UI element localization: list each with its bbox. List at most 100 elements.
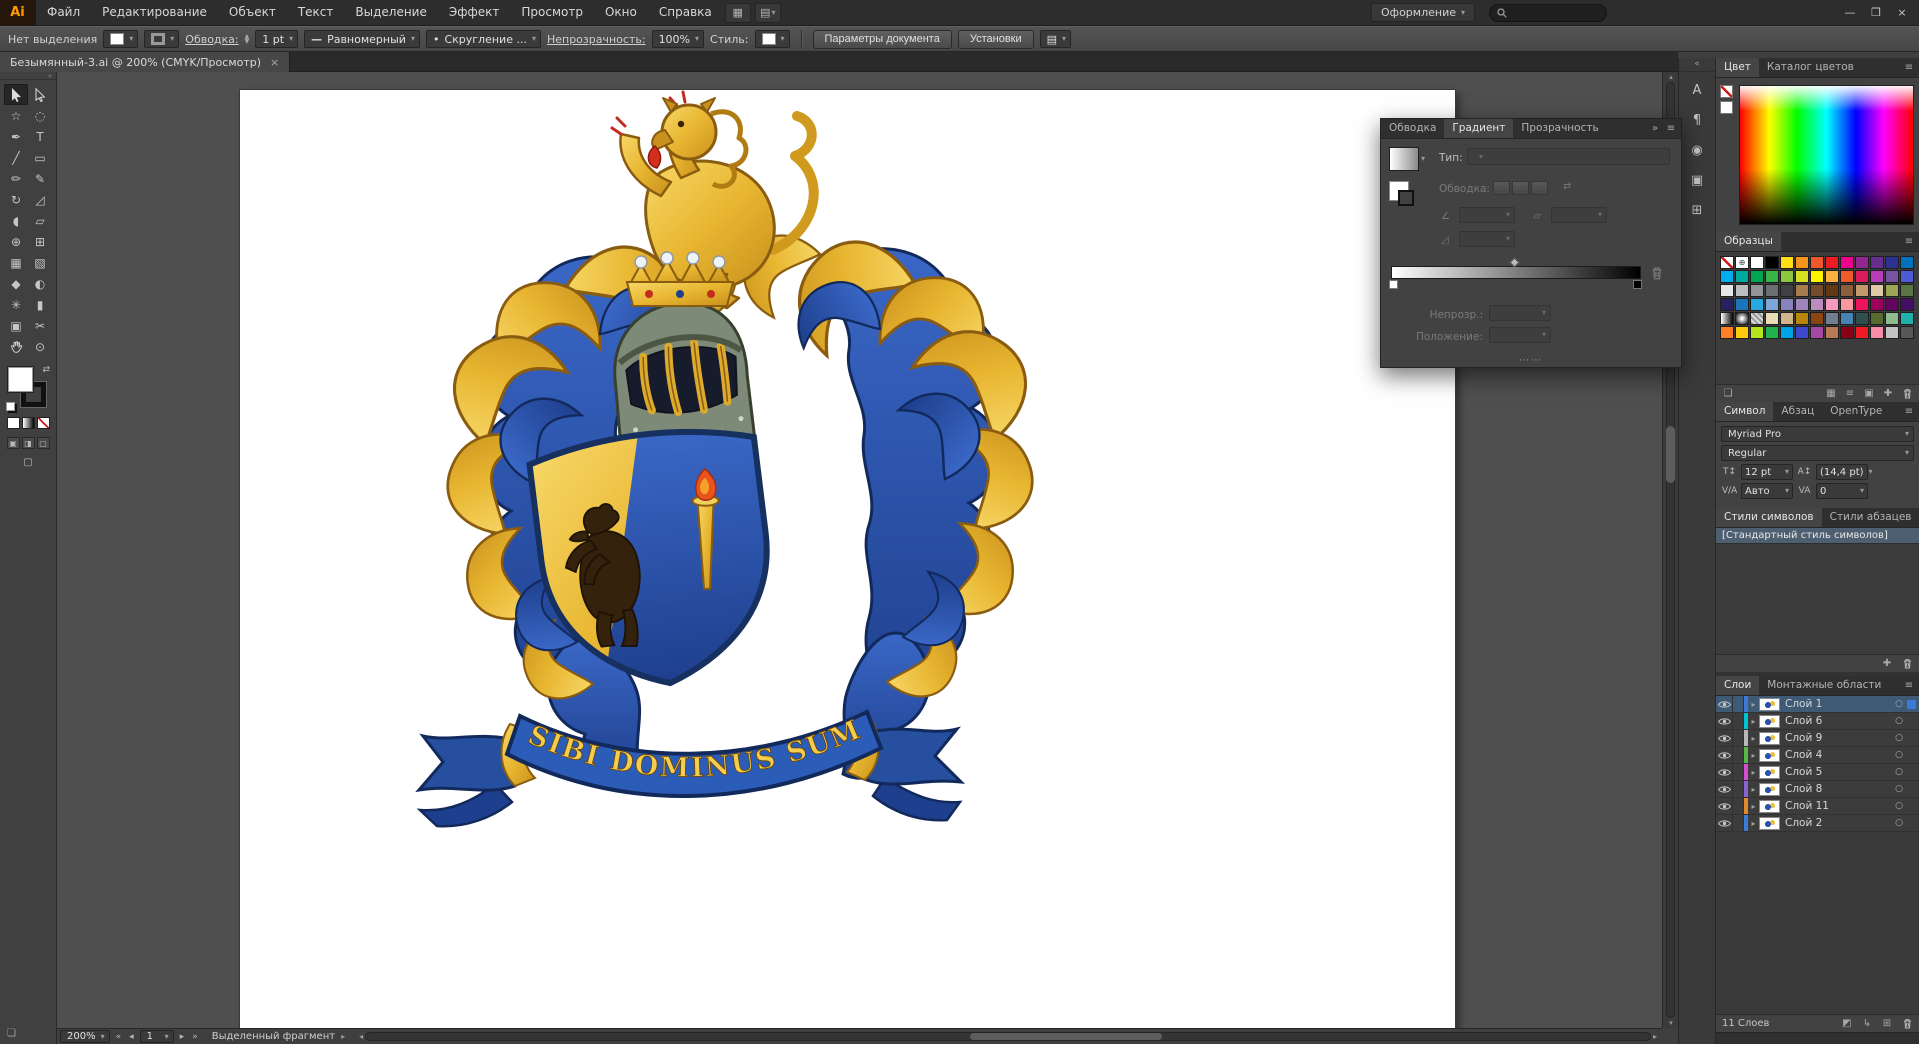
lasso-tool[interactable]: ◌ <box>28 105 52 126</box>
swatch-74[interactable] <box>1855 326 1869 339</box>
layer-thumbnail[interactable] <box>1759 782 1780 796</box>
zoom-level-select[interactable]: 200% ▾ <box>60 1030 110 1043</box>
style-select[interactable]: ▾ <box>754 30 790 48</box>
layer-target-icon[interactable]: ○ <box>1891 818 1907 828</box>
layer-row-Слой 9[interactable]: ▸ Слой 9 ○ <box>1716 730 1919 747</box>
swatch-52[interactable] <box>1720 312 1734 325</box>
gradient-fill-stroke-control[interactable] <box>1389 181 1414 206</box>
stroke-color-select[interactable]: ▾ <box>144 30 180 48</box>
last-artboard-icon[interactable]: » <box>190 1032 200 1042</box>
swatch-31[interactable] <box>1795 284 1809 297</box>
align-options-icon[interactable]: ▤ ▾ <box>1039 30 1072 48</box>
swatch-13[interactable] <box>1720 270 1734 283</box>
draw-behind-icon[interactable]: ◨ <box>21 437 35 449</box>
layers-clip-mask-icon[interactable]: ◩ <box>1841 1018 1853 1029</box>
layer-visibility-icon[interactable] <box>1716 747 1733 763</box>
swatch-48[interactable] <box>1855 298 1869 311</box>
layer-name[interactable]: Слой 5 <box>1785 766 1891 778</box>
tab-Каталог цветов[interactable]: Каталог цветов <box>1759 58 1862 77</box>
menu-item-Файл[interactable]: Файл <box>36 0 91 25</box>
gradient-tool[interactable]: ▧ <box>28 252 52 273</box>
tab-Стили символов[interactable]: Стили символов <box>1716 508 1822 527</box>
color-button[interactable] <box>6 417 20 429</box>
swatch-41[interactable] <box>1750 298 1764 311</box>
document-setup-button[interactable]: Параметры документа <box>812 29 952 49</box>
swatches-delete-icon[interactable] <box>1901 388 1913 399</box>
gradient-button[interactable] <box>21 417 35 429</box>
layer-expand-icon[interactable]: ▸ <box>1748 700 1759 709</box>
swatch-22[interactable] <box>1855 270 1869 283</box>
swatch-46[interactable] <box>1825 298 1839 311</box>
panel-menu-icon[interactable]: ≡ <box>1903 62 1915 73</box>
swatch-7[interactable] <box>1825 256 1839 269</box>
screen-mode-button[interactable]: ▢ <box>0 457 56 468</box>
selection-tool[interactable] <box>4 84 28 105</box>
layer-name[interactable]: Слой 8 <box>1785 783 1891 795</box>
rotate-tool[interactable]: ↻ <box>4 189 28 210</box>
menu-item-Объект[interactable]: Объект <box>218 0 287 25</box>
layer-lock-cell[interactable] <box>1733 764 1744 780</box>
layer-visibility-icon[interactable] <box>1716 713 1733 729</box>
layer-visibility-icon[interactable] <box>1716 798 1733 814</box>
layer-row-Слой 6[interactable]: ▸ Слой 6 ○ <box>1716 713 1919 730</box>
first-artboard-icon[interactable]: « <box>114 1032 124 1042</box>
panel-menu-icon[interactable]: ≡ <box>1903 680 1915 691</box>
prev-artboard-icon[interactable]: ◂ <box>127 1032 136 1042</box>
swatches-new-group-icon[interactable]: ▣ <box>1863 388 1875 399</box>
layer-expand-icon[interactable]: ▸ <box>1748 768 1759 777</box>
default-fill-stroke-icon[interactable] <box>6 402 15 411</box>
free-transform-tool[interactable]: ▱ <box>28 210 52 231</box>
layer-target-icon[interactable]: ○ <box>1891 716 1907 726</box>
layer-name[interactable]: Слой 9 <box>1785 732 1891 744</box>
none-button[interactable] <box>36 417 50 429</box>
magic-wand-tool[interactable]: ☆ <box>4 105 28 126</box>
swatch-35[interactable] <box>1855 284 1869 297</box>
swatch-26[interactable] <box>1720 284 1734 297</box>
swatch-50[interactable] <box>1885 298 1899 311</box>
character-panel-icon[interactable]: А <box>1684 78 1710 102</box>
mesh-tool[interactable]: ▦ <box>4 252 28 273</box>
layer-lock-cell[interactable] <box>1733 713 1744 729</box>
swatch-37[interactable] <box>1885 284 1899 297</box>
swatches-libraries-icon[interactable]: ❏ <box>1722 388 1734 399</box>
layers-delete-icon[interactable] <box>1901 1018 1913 1029</box>
scale-tool[interactable]: ◿ <box>28 189 52 210</box>
shape-builder-tool[interactable]: ⊕ <box>4 231 28 252</box>
artboard[interactable]: SIBI DOMINUS SUM <box>240 90 1455 1028</box>
zoom-tool[interactable]: ⊙ <box>28 336 52 357</box>
layer-expand-icon[interactable]: ▸ <box>1748 802 1759 811</box>
swatches-new-swatch-icon[interactable]: ✚ <box>1882 388 1894 399</box>
opacity-panel-link[interactable]: Непрозрачность: <box>547 33 646 46</box>
styles-new-style-icon[interactable]: ✚ <box>1881 658 1893 669</box>
draw-inside-icon[interactable]: ▢ <box>36 437 50 449</box>
app-logo-icon[interactable]: Ai <box>0 0 36 26</box>
swatch-16[interactable] <box>1765 270 1779 283</box>
swatch-39[interactable] <box>1720 298 1734 311</box>
swatch-6[interactable] <box>1810 256 1824 269</box>
width-profile-select[interactable]: — Равномерный ▾ <box>304 30 420 48</box>
swatch-44[interactable] <box>1795 298 1809 311</box>
layer-thumbnail[interactable] <box>1759 697 1780 711</box>
tab-Обводка[interactable]: Обводка <box>1381 119 1444 138</box>
layer-thumbnail[interactable] <box>1759 748 1780 762</box>
minimize-button[interactable]: — <box>1837 4 1863 22</box>
panel-menu-icon[interactable]: ≡ <box>1903 236 1915 247</box>
swatch-8[interactable] <box>1840 256 1854 269</box>
layer-target-icon[interactable]: ○ <box>1891 750 1907 760</box>
swatch-59[interactable] <box>1825 312 1839 325</box>
panel-resize-grip[interactable]: ⋯⋯ <box>1381 355 1681 366</box>
fill-stroke-control[interactable]: ⇄ <box>6 365 50 411</box>
scroll-right-icon[interactable]: ▸ <box>1651 1032 1659 1041</box>
symbol-sprayer-tool[interactable]: ✳ <box>4 294 28 315</box>
status-indicator[interactable]: Выделенный фрагмент ▸ <box>204 1031 353 1042</box>
swatch-17[interactable] <box>1780 270 1794 283</box>
swatch-27[interactable] <box>1735 284 1749 297</box>
artboard-tool[interactable]: ▣ <box>4 315 28 336</box>
layer-thumbnail[interactable] <box>1759 731 1780 745</box>
edit-toolbar-icon[interactable]: ❏ <box>7 1028 16 1039</box>
swatch-54[interactable] <box>1750 312 1764 325</box>
color-none-swatch[interactable] <box>1720 85 1733 98</box>
search-input[interactable] <box>1511 7 1597 18</box>
layer-row-Слой 11[interactable]: ▸ Слой 11 ○ <box>1716 798 1919 815</box>
color-white-swatch[interactable] <box>1720 101 1733 114</box>
